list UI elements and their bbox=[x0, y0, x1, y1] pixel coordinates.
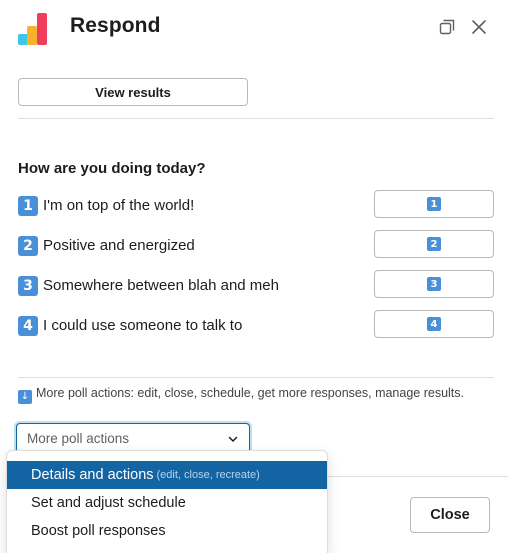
modal-title: Respond bbox=[70, 14, 161, 37]
poll-option-1: 1 I'm on top of the world! 1 bbox=[18, 190, 494, 223]
poll-option-label: I'm on top of the world! bbox=[43, 197, 195, 214]
app-logo bbox=[18, 13, 54, 45]
view-results-button[interactable]: View results bbox=[18, 78, 248, 106]
poll-option-3: 3 Somewhere between blah and meh 3 bbox=[18, 270, 494, 303]
select-placeholder: More poll actions bbox=[27, 431, 130, 446]
down-arrow-icon: ↓ bbox=[18, 390, 32, 404]
menu-item-set-and-adjust-schedule[interactable]: Set and adjust schedule bbox=[7, 489, 327, 517]
menu-item-details-and-actions[interactable]: Details and actions (edit, close, recrea… bbox=[7, 461, 327, 489]
poll-option-2: 2 Positive and energized 2 bbox=[18, 230, 494, 263]
poll-option-label: Positive and energized bbox=[43, 237, 195, 254]
logo-bar-medium bbox=[27, 26, 37, 45]
divider bbox=[18, 118, 494, 119]
keycap-one-icon: 1 bbox=[427, 197, 441, 211]
poll-question: How are you doing today? bbox=[18, 160, 206, 177]
keycap-four-icon: 4 bbox=[427, 317, 441, 331]
vote-button-3[interactable]: 3 bbox=[374, 270, 494, 298]
keycap-two-icon: 2 bbox=[427, 237, 441, 251]
menu-item-label: Set and adjust schedule bbox=[31, 495, 186, 511]
vote-button-1[interactable]: 1 bbox=[374, 190, 494, 218]
close-button[interactable]: Close bbox=[410, 497, 490, 533]
keycap-two-icon: 2 bbox=[18, 236, 38, 256]
menu-item-description: (edit, close, recreate) bbox=[156, 469, 260, 481]
divider bbox=[328, 476, 508, 477]
more-actions-hint-text: More poll actions: edit, close, schedule… bbox=[36, 386, 464, 400]
poll-option-4: 4 I could use someone to talk to 4 bbox=[18, 310, 494, 343]
vote-button-2[interactable]: 2 bbox=[374, 230, 494, 258]
menu-item-label: Details and actions bbox=[31, 467, 154, 483]
chevron-down-icon bbox=[228, 436, 238, 443]
keycap-four-icon: 4 bbox=[18, 316, 38, 336]
vote-button-4[interactable]: 4 bbox=[374, 310, 494, 338]
poll-option-label: I could use someone to talk to bbox=[43, 317, 243, 334]
modal-header: Respond bbox=[0, 0, 508, 58]
poll-option-label: Somewhere between blah and meh bbox=[43, 277, 279, 294]
divider bbox=[18, 377, 494, 378]
expand-window-icon[interactable] bbox=[436, 16, 458, 38]
keycap-one-icon: 1 bbox=[18, 196, 38, 216]
close-icon[interactable] bbox=[468, 16, 490, 38]
keycap-three-icon: 3 bbox=[427, 277, 441, 291]
menu-item-label: Boost poll responses bbox=[31, 523, 166, 539]
keycap-three-icon: 3 bbox=[18, 276, 38, 296]
menu-item-boost-poll-responses[interactable]: Boost poll responses bbox=[7, 517, 327, 545]
logo-bar-tall bbox=[37, 13, 47, 45]
more-actions-dropdown: Details and actions (edit, close, recrea… bbox=[6, 450, 328, 553]
more-actions-hint: ↓ More poll actions: edit, close, schedul… bbox=[18, 386, 464, 404]
more-poll-actions-select[interactable]: More poll actions bbox=[16, 423, 250, 453]
